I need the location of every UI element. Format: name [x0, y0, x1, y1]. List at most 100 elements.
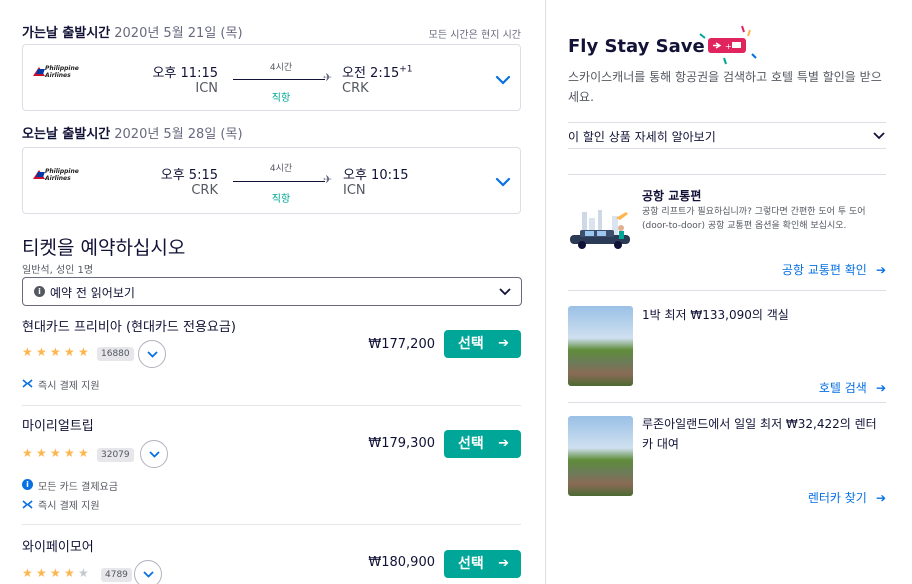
outbound-arrive-time: 오전 2:15+1	[342, 64, 413, 81]
learn-more-label: 이 할인 상품 자세히 알아보기	[568, 130, 716, 144]
svg-text:+: +	[725, 42, 732, 51]
feature-text: 즉시 결제 지원	[38, 381, 100, 392]
divider	[22, 524, 521, 525]
star-icon: ★	[64, 566, 75, 580]
star-icon: ★	[22, 566, 33, 580]
outbound-date: 2020년 5월 21일 (목)	[114, 26, 243, 41]
fly-stay-save-panel: Fly Stay Save + 스카이스캐너를 통해 항공권을 검색하고 호텔 …	[546, 0, 912, 584]
flight-details-panel: 가는날 출발시간 2020년 5월 21일 (목) 모든 시간은 현지 시간 Ph…	[0, 0, 545, 584]
expand-button[interactable]	[140, 440, 168, 468]
inbound-depart-time: 오후 5:15	[160, 168, 218, 183]
inbound-header: 오는날 출발시간 2020년 5월 28일 (목)	[22, 123, 243, 142]
chevron-down-icon	[143, 571, 154, 578]
expand-button[interactable]	[134, 560, 162, 584]
instant-payment-icon	[22, 500, 33, 509]
timeline-line	[233, 181, 325, 182]
airport-transfer-link[interactable]: 공항 교통편 확인 ➔	[782, 259, 886, 278]
provider-name: 마이리얼트립	[22, 419, 94, 434]
car-rental-link[interactable]: 렌터카 찾기 ➔	[808, 487, 886, 506]
inbound-date: 2020년 5월 28일 (목)	[114, 127, 243, 142]
discount-badge-icon: +	[699, 25, 757, 65]
chevron-down-icon	[499, 288, 511, 296]
provider-name: 현대카드 프리비아 (현대카드 전용요금)	[22, 320, 236, 335]
star-icon: ★	[78, 446, 89, 460]
feature-text: 모든 카드 결제요금	[38, 482, 118, 493]
star-icon: ★	[50, 446, 61, 460]
feature-text: 즉시 결제 지원	[38, 501, 100, 512]
star-icon: ★	[36, 345, 47, 359]
inbound-stops: 직항	[271, 194, 291, 205]
star-icon: ★	[36, 446, 47, 460]
outbound-duration: 4시간	[269, 63, 293, 73]
outbound-depart-time: 오후 11:15	[152, 66, 218, 81]
star-icon: ★	[64, 345, 75, 359]
local-time-note: 모든 시간은 현지 시간	[428, 30, 521, 41]
sidebar-title: Fly Stay Save	[568, 36, 705, 57]
read-before-booking-dropdown[interactable]: i 예약 전 읽어보기	[22, 277, 522, 306]
inbound-leg-card[interactable]: Philippine Airlines 오후 5:15 CRK 4시간 ✈ 직항…	[22, 147, 521, 214]
star-icon: ★	[78, 566, 89, 580]
timeline-line	[233, 79, 325, 80]
booking-heading: 티켓을 예약하십시오	[22, 237, 186, 259]
price: ₩180,900	[368, 555, 435, 570]
cabin-info: 일반석, 성인 1명	[22, 265, 94, 276]
divider	[568, 290, 886, 291]
car-rental-offer-title: 루존아일랜드에서 일일 최저 ₩32,422의 렌터카 대여	[642, 417, 877, 451]
outbound-arrive-code: CRK	[342, 81, 369, 96]
airport-transfer-description: 공항 리프트가 필요하십니까? 그렇다면 간편한 도어 투 도어(door-to…	[642, 207, 866, 231]
select-button[interactable]: 선택 ➔	[444, 430, 521, 458]
star-icon: ★	[22, 345, 33, 359]
hotel-thumbnail	[568, 306, 633, 386]
review-count-badge: 4789	[101, 568, 132, 582]
learn-more-dropdown[interactable]: 이 할인 상품 자세히 알아보기	[568, 122, 886, 149]
divider	[568, 174, 886, 175]
arrow-right-icon: ➔	[498, 556, 509, 571]
chevron-down-icon[interactable]	[494, 173, 512, 191]
airport-transfer-title: 공항 교통편	[642, 189, 702, 203]
divider	[22, 405, 521, 406]
inbound-depart-code: CRK	[191, 183, 218, 198]
select-button[interactable]: 선택 ➔	[444, 550, 521, 578]
arrow-right-icon: ➔	[875, 381, 886, 395]
airline-logo: Philippine Airlines	[33, 65, 83, 79]
price: ₩177,200	[368, 337, 435, 352]
outbound-leg-card[interactable]: Philippine Airlines 오후 11:15 ICN 4시간 ✈ 직…	[22, 44, 521, 111]
instant-payment-icon	[22, 379, 33, 388]
outbound-stops: 직항	[271, 93, 291, 104]
inbound-arrive-code: ICN	[343, 183, 366, 198]
star-icon: ★	[64, 446, 75, 460]
hotel-search-link[interactable]: 호텔 검색 ➔	[819, 377, 886, 396]
info-icon: i	[34, 286, 45, 297]
info-icon: i	[22, 479, 33, 490]
review-count-badge: 16880	[97, 347, 134, 361]
outbound-header: 가는날 출발시간 2020년 5월 21일 (목)	[22, 22, 243, 41]
price: ₩179,300	[368, 436, 435, 451]
star-icon: ★	[22, 446, 33, 460]
car-rental-thumbnail	[568, 416, 633, 496]
outbound-label: 가는날 출발시간	[22, 26, 111, 41]
star-icon: ★	[36, 566, 47, 580]
star-icon: ★	[78, 345, 89, 359]
read-before-label: 예약 전 읽어보기	[50, 286, 135, 300]
arrow-right-icon: ➔	[498, 336, 509, 351]
airline-logo: Philippine Airlines	[33, 168, 83, 182]
inbound-duration: 4시간	[269, 164, 293, 174]
chevron-down-icon	[147, 351, 158, 358]
arrow-right-icon: ➔	[498, 436, 509, 451]
review-count-badge: 32079	[97, 448, 134, 462]
inbound-label: 오는날 출발시간	[22, 127, 111, 142]
select-button[interactable]: 선택 ➔	[444, 330, 521, 358]
sidebar-description: 스카이스캐너를 통해 항공권을 검색하고 호텔 특별 할인을 받으세요.	[568, 70, 882, 104]
hotel-offer-title: 1박 최저 ₩133,090의 객실	[642, 308, 789, 322]
expand-button[interactable]	[138, 340, 166, 368]
star-icon: ★	[50, 345, 61, 359]
arrow-right-icon: ➔	[875, 263, 886, 277]
arrow-right-icon: ➔	[875, 491, 886, 505]
outbound-depart-code: ICN	[195, 81, 218, 96]
divider	[568, 402, 886, 403]
chevron-down-icon	[873, 132, 885, 140]
star-icon: ★	[50, 566, 61, 580]
chevron-down-icon[interactable]	[494, 71, 512, 89]
inbound-arrive-time: 오후 10:15	[343, 168, 409, 183]
plane-icon: ✈	[323, 71, 333, 84]
